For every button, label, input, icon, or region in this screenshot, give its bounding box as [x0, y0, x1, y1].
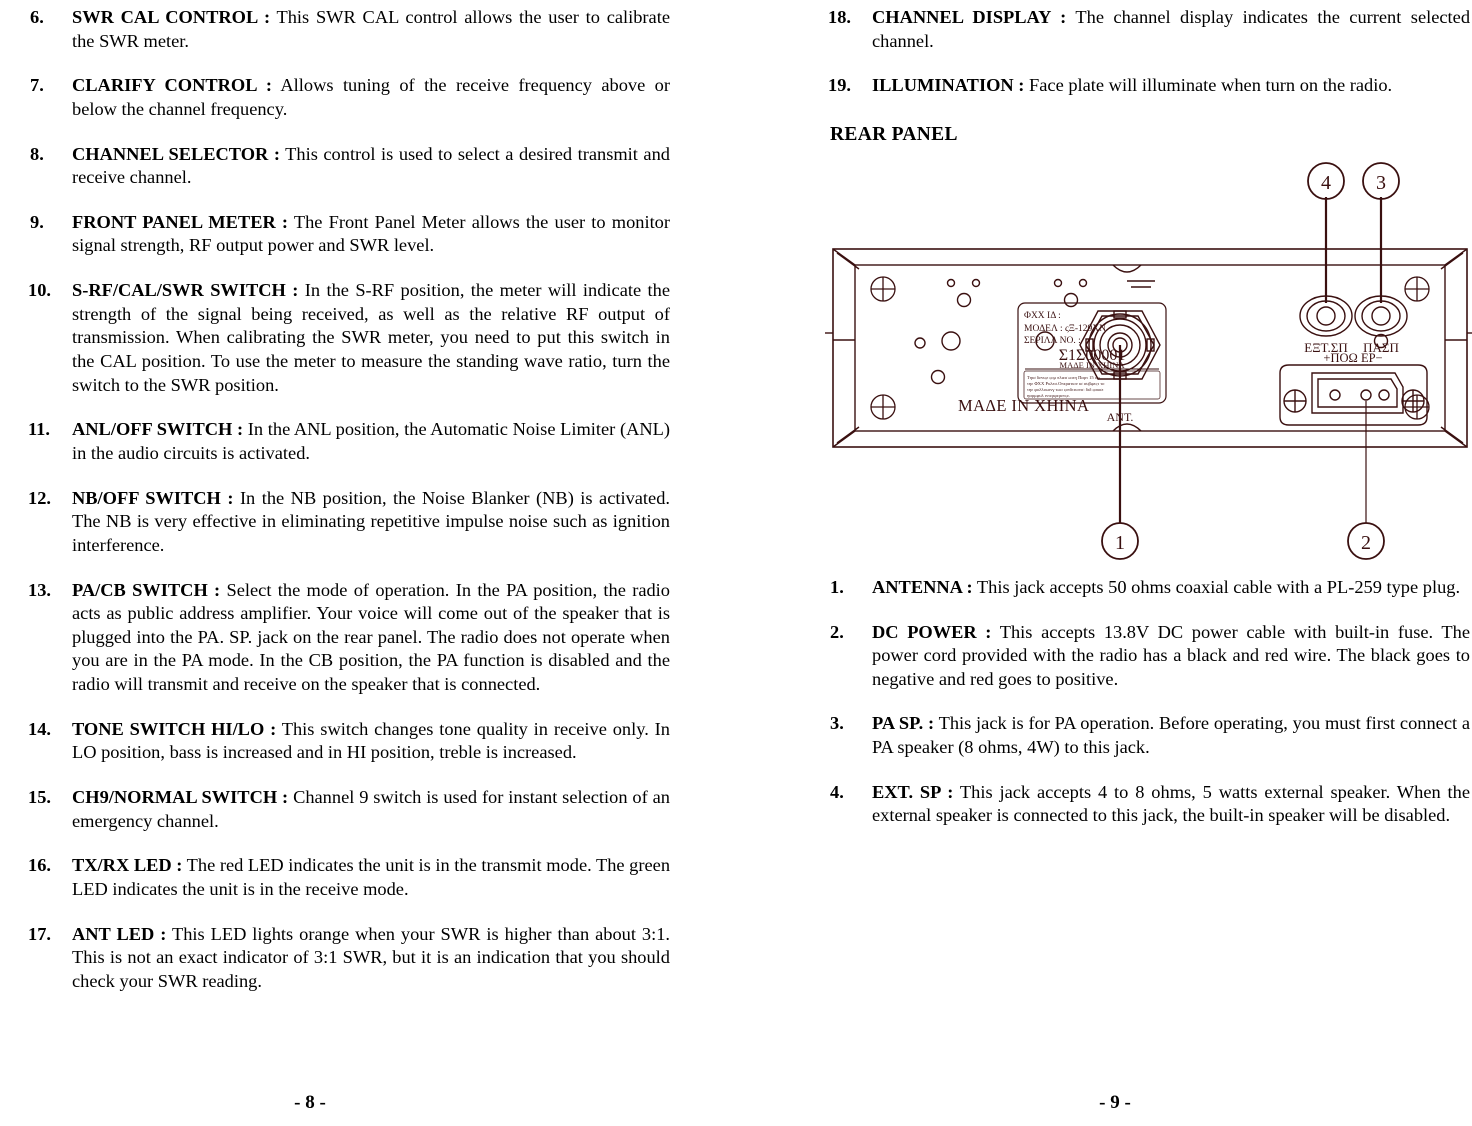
list-item: 14. TONE SWITCH HI/LO : This switch chang…: [28, 718, 670, 765]
item-number: 18.: [828, 7, 851, 27]
made-in-china-label: MAΔE IN XHINA: [958, 396, 1089, 415]
item-number: 17.: [28, 923, 51, 944]
item-term: TONE SWITCH HI/LO :: [72, 718, 277, 739]
list-item: 6. SWR CAL CONTROL : This SWR CAL control…: [30, 6, 670, 53]
callout-2: 2: [1361, 532, 1371, 554]
item-term: CH9/NORMAL SWITCH :: [72, 787, 289, 808]
list-item: 18. CHANNEL DISPLAY : The channel display…: [828, 6, 1470, 53]
list-item: 13. PA/CB SWITCH : Select the mode of ope…: [28, 579, 670, 697]
callout-1: 1: [1115, 532, 1125, 554]
list-item: 4. EXT. SP : This jack accepts 4 to 8 ohm…: [830, 781, 1470, 828]
antenna-label: ANT.: [1107, 410, 1134, 424]
item-number: 14.: [28, 718, 51, 739]
item-number: 1.: [830, 576, 844, 597]
item-body-text: Face plate will illuminate when turn on …: [1029, 75, 1393, 96]
dc-power-label: +ΠΟΩ EP−: [1323, 351, 1382, 365]
item-number: 9.: [30, 211, 44, 232]
list-item: 16. TX/RX LED : The red LED indicates the…: [28, 854, 670, 901]
item-number: 2.: [830, 621, 844, 642]
manual-spread: 6. SWR CAL CONTROL : This SWR CAL control…: [0, 0, 1472, 1126]
sticker-fineprint-4: ηαρμφυλ ιντερφερενςε.: [1027, 393, 1070, 398]
item-term: PA/CB SWITCH :: [72, 579, 221, 600]
item-number: 16.: [28, 855, 51, 876]
item-term: PA SP. :: [872, 713, 935, 734]
list-item: 10. S-RF/CAL/SWR SWITCH : In the S-RF pos…: [28, 279, 670, 397]
sticker-serial-label: ΣΕΡΙΛΛ ΝΟ. :: [1024, 336, 1081, 346]
item-term: ANTENNA :: [872, 576, 973, 597]
item-term: CLARIFY CONTROL :: [72, 75, 273, 96]
item-term: ILLUMINATION :: [872, 75, 1025, 96]
page-number-right: - 9 -: [1099, 1092, 1131, 1113]
item-body-text: This jack is for PA operation. Before op…: [872, 713, 1471, 758]
list-item: 12. NB/OFF SWITCH : In the NB position, t…: [28, 487, 670, 558]
list-item: 8. CHANNEL SELECTOR : This control is use…: [30, 143, 670, 190]
item-term: S-RF/CAL/SWR SWITCH :: [72, 280, 299, 301]
callout-3: 3: [1376, 172, 1386, 194]
section-heading-rear-panel: REAR PANEL: [830, 123, 958, 145]
item-term: CHANNEL DISPLAY :: [872, 7, 1067, 27]
list-item: 9. FRONT PANEL METER : The Front Panel Me…: [30, 211, 670, 258]
item-term: CHANNEL SELECTOR :: [72, 143, 280, 164]
list-item: 19. ILLUMINATION : Face plate will illumi…: [828, 74, 1470, 98]
item-number: 4.: [830, 781, 844, 802]
item-body-text: This jack accepts 50 ohms coaxial cable …: [976, 576, 1461, 597]
item-term: SWR CAL CONTROL :: [72, 7, 271, 27]
sticker-fcc-id: ΦXX IΔ :: [1024, 311, 1061, 321]
item-term: ANL/OFF SWITCH :: [72, 419, 244, 440]
item-number: 6.: [30, 7, 44, 27]
item-term: TX/RX LED :: [72, 855, 183, 876]
sticker-fineprint-2: τηε ΦΧΧ Ρυλεσ.Οπερατιον ισ συβφεςτ το: [1027, 381, 1105, 386]
sticker-origin: ΜΑΔΕ IN XHINA: [1060, 360, 1126, 370]
item-term: FRONT PANEL METER :: [72, 211, 289, 232]
list-item: 7. CLARIFY CONTROL : Allows tuning of the…: [30, 74, 670, 121]
page-number-left: - 8 -: [294, 1092, 326, 1113]
item-term: NB/OFF SWITCH :: [72, 487, 234, 508]
left-page-column: 6. SWR CAL CONTROL : This SWR CAL control…: [28, 0, 670, 1015]
list-item: 2. DC POWER : This accepts 13.8V DC power…: [830, 621, 1470, 692]
list-item: 15. CH9/NORMAL SWITCH : Channel 9 switch …: [28, 786, 670, 833]
sticker-fineprint-1: Τηισ δεvιςε ςομ πλιεσ ωιτη Παρτ 15 οφ: [1027, 375, 1100, 380]
item-term: EXT. SP :: [872, 781, 954, 802]
item-number: 13.: [28, 579, 51, 600]
list-item: 3. PA SP. : This jack is for PA operation…: [830, 712, 1470, 759]
item-number: 10.: [28, 280, 51, 301]
list-item: 17. ANT LED : This LED lights orange when…: [28, 923, 670, 994]
item-number: 8.: [30, 143, 44, 164]
item-number: 7.: [30, 75, 44, 96]
item-number: 11.: [28, 419, 50, 440]
item-term: DC POWER :: [872, 621, 992, 642]
item-term: ANT LED :: [72, 923, 167, 944]
list-item: 1. ANTENNA : This jack accepts 50 ohms co…: [830, 576, 1470, 600]
item-number: 12.: [28, 487, 51, 508]
item-number: 19.: [828, 75, 851, 96]
list-item: 11. ANL/OFF SWITCH : In the ANL position,…: [28, 418, 670, 465]
item-number: 15.: [28, 787, 51, 808]
sticker-fineprint-3: τηε φολλοωινγ τωο ςονδιτιονσ: διδ ςαυσε: [1027, 387, 1103, 392]
sticker-model: ΜΟΔΕΛ : ςΞ-129XN: [1024, 324, 1106, 334]
rear-panel-figure: 4 3 1 2 MAΔE IN XHINA ANT. EΞT.ΣΠ ΠΑΣΠ +…: [825, 155, 1472, 565]
item-number: 3.: [830, 713, 844, 734]
item-body-text: This jack accepts 4 to 8 ohms, 5 watts e…: [872, 781, 1471, 826]
callout-4: 4: [1321, 172, 1331, 194]
